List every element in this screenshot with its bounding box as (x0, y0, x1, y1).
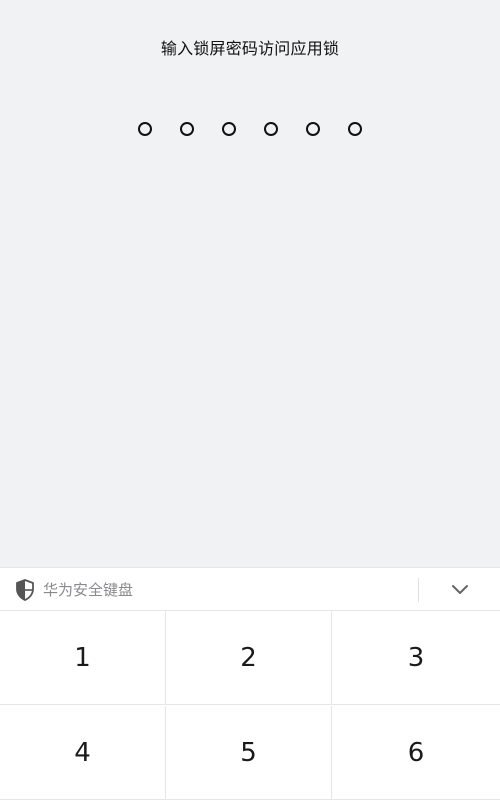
pin-dot-2 (180, 122, 194, 136)
shield-icon (15, 579, 35, 601)
key-4[interactable]: 4 (0, 706, 166, 800)
keyboard-label: 华为安全键盘 (43, 581, 134, 599)
pin-dot-4 (264, 122, 278, 136)
key-1[interactable]: 1 (0, 611, 166, 705)
pin-indicator (0, 122, 500, 138)
key-2[interactable]: 2 (166, 611, 332, 705)
header-divider (418, 578, 419, 602)
pin-dot-1 (138, 122, 152, 136)
lock-screen: 输入锁屏密码访问应用锁 华为安全键盘 1 2 3 4 5 6 (0, 0, 500, 800)
chevron-down-icon (452, 585, 468, 594)
pin-dot-5 (306, 122, 320, 136)
pin-dot-6 (348, 122, 362, 136)
key-6[interactable]: 6 (332, 706, 500, 800)
key-5[interactable]: 5 (166, 706, 332, 800)
key-3[interactable]: 3 (332, 611, 500, 705)
numeric-keypad: 1 2 3 4 5 6 (0, 611, 500, 800)
secure-keyboard: 华为安全键盘 1 2 3 4 5 6 (0, 567, 500, 800)
pin-dot-3 (222, 122, 236, 136)
collapse-keyboard-button[interactable] (440, 578, 480, 602)
page-title: 输入锁屏密码访问应用锁 (160, 39, 340, 58)
keyboard-header: 华为安全键盘 (0, 567, 500, 611)
